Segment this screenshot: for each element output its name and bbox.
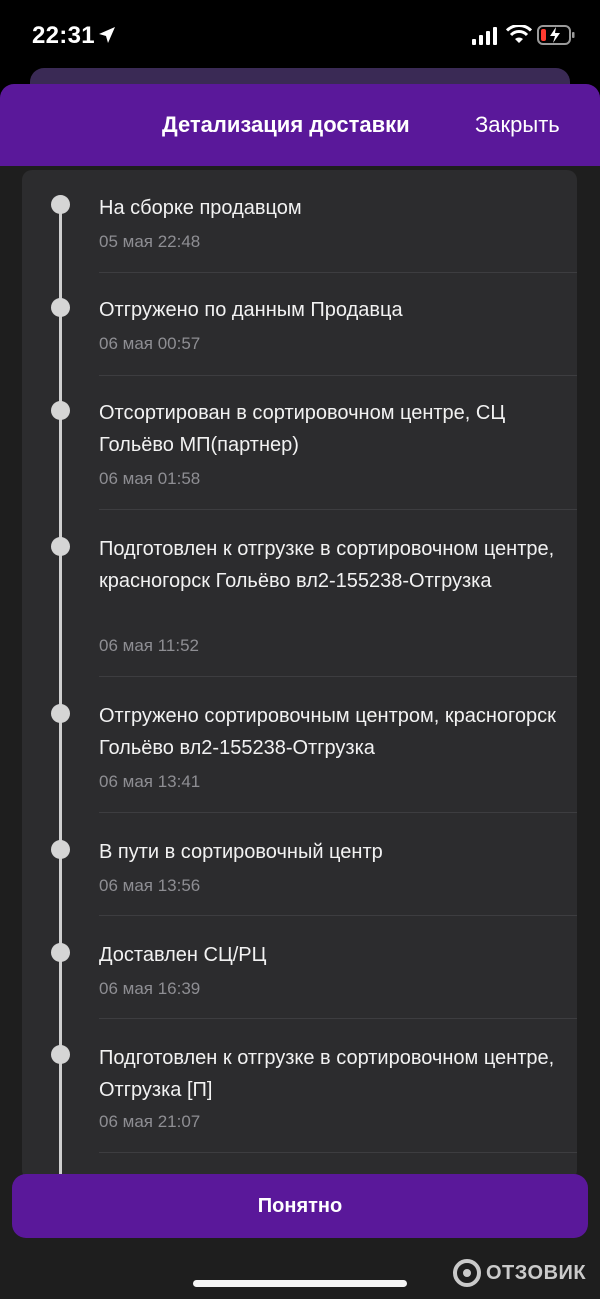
timeline-dot [51,298,70,317]
event-date: 06 мая 13:41 [99,772,201,791]
timeline-dot [51,704,70,723]
event-date: 06 мая 16:39 [99,979,201,998]
event-title: Доставлен СЦ/РЦ [99,944,267,966]
event-title: Подготовлен к отгрузке в сортировочном ц… [99,1047,555,1101]
timeline-dot [51,943,70,962]
timeline-dot [51,401,70,420]
status-bar: 22:31 [0,0,600,70]
event-date: 06 мая 00:57 [99,334,201,353]
event-title: В пути в сортировочный центр [99,841,383,863]
close-button[interactable]: Закрыть [475,112,560,138]
event-date: 05 мая 22:48 [99,232,201,251]
timeline-dot [51,537,70,556]
ok-button[interactable]: Понятно [12,1174,588,1238]
timeline-dot [51,195,70,214]
watermark-text: ОТЗОВИК [486,1262,587,1284]
timeline-line [59,204,62,1180]
modal-header: Детализация доставки Закрыть [0,84,600,166]
event-title: Подготовлен к отгрузке в сортировочном ц… [99,538,555,592]
divider [99,509,577,510]
content-area[interactable]: На сборке продавцом 05 мая 22:48 Отгруже… [0,166,600,1299]
event-date: 06 мая 13:56 [99,876,201,895]
divider [99,676,577,677]
event-title: Отгружено по данным Продавца [99,299,403,321]
divider [99,375,577,376]
delivery-timeline-card: На сборке продавцом 05 мая 22:48 Отгруже… [22,170,577,1180]
wifi-icon [506,25,532,43]
event-title: Отсортирован в сортировочном центре, СЦ … [99,402,506,456]
location-arrow-icon [99,27,115,43]
event-title: Отгружено сортировочным центром, красног… [99,705,556,759]
divider [99,1018,577,1019]
battery-low-charging-icon [537,25,575,45]
home-indicator[interactable] [193,1280,407,1287]
ok-button-label: Понятно [257,1194,343,1217]
timeline-dot [51,840,70,859]
divider [99,812,577,813]
page-title: Детализация доставки [162,112,410,137]
event-date: 06 мая 21:07 [99,1112,201,1131]
event-date: 06 мая 01:58 [99,469,201,488]
watermark: ОТЗОВИК [452,1255,597,1291]
divider [99,915,577,916]
divider [99,1152,577,1153]
timeline-dot [51,1045,70,1064]
status-time: 22:31 [32,22,95,49]
cellular-signal-icon [472,27,497,45]
event-date: 06 мая 11:52 [99,636,199,655]
event-title: На сборке продавцом [99,197,302,219]
divider [99,272,577,273]
watermark-logo-icon [453,1259,481,1287]
